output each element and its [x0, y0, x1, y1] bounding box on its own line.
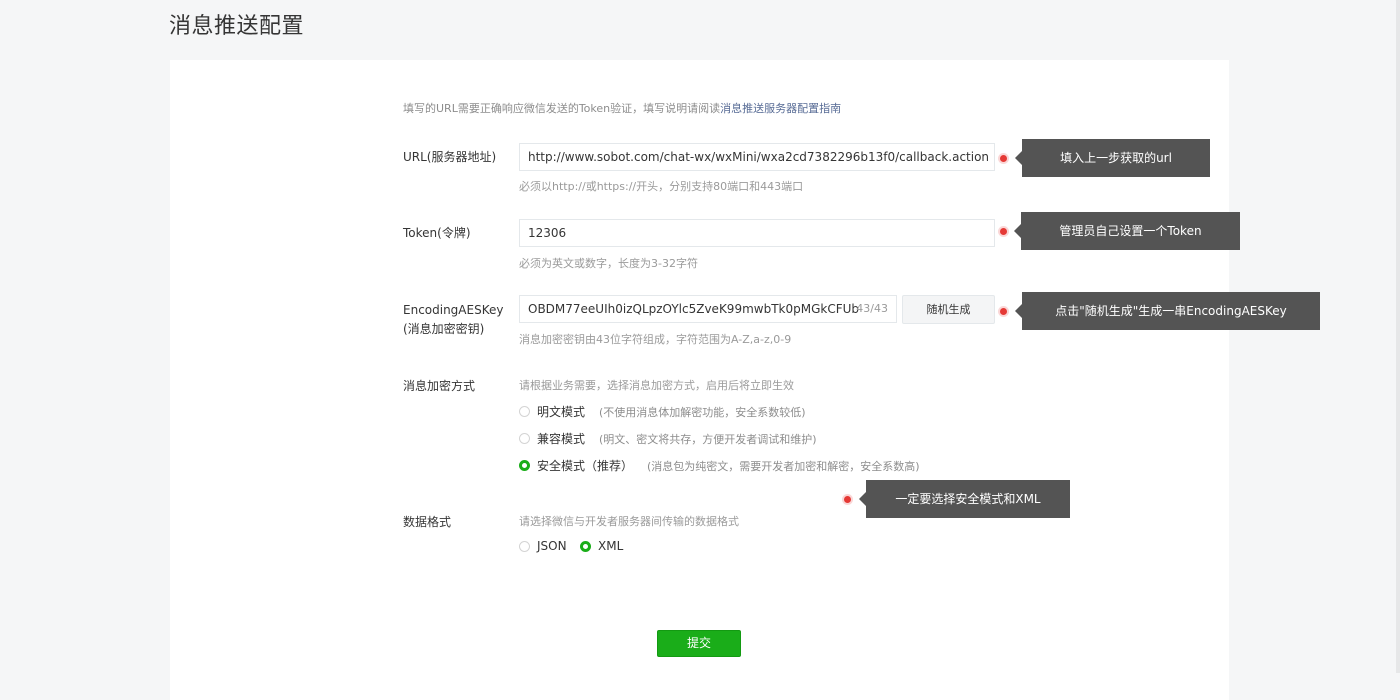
callout-token: 管理员自己设置一个Token [1014, 212, 1240, 250]
format-hint: 请选择微信与开发者服务器间传输的数据格式 [519, 515, 739, 528]
radio-circle[interactable] [519, 406, 530, 417]
submit-button[interactable]: 提交 [657, 630, 741, 657]
radio-desc: (消息包为纯密文，需要开发者加密和解密，安全系数高) [647, 459, 920, 473]
annotation-dot [1000, 308, 1007, 315]
token-hint: 必须为英文或数字，长度为3-32字符 [519, 257, 698, 270]
url-hint: 必须以http://或https://开头，分别支持80端口和443端口 [519, 180, 804, 193]
radio-circle[interactable] [519, 433, 530, 444]
url-label: URL(服务器地址) [403, 150, 497, 164]
radio-xml[interactable]: XML [580, 539, 623, 553]
radio-desc: (不使用消息体加解密功能，安全系数较低) [599, 405, 806, 419]
aeskey-label: EncodingAESKey [403, 303, 504, 317]
page-title: 消息推送配置 [169, 14, 305, 39]
radio-circle-checked[interactable] [580, 540, 591, 552]
radio-label: 明文模式 [537, 405, 586, 419]
radio-label: XML [598, 539, 624, 553]
radio-desc: (明文、密文将共存，方便开发者调试和维护) [599, 432, 817, 446]
radio-circle-checked[interactable] [519, 460, 530, 471]
aeskey-counter: 43/43 [856, 302, 888, 315]
annotation-dot [1000, 228, 1007, 235]
scrollbar[interactable] [1396, 0, 1400, 673]
radio-label: JSON [537, 539, 567, 553]
aeskey-input[interactable]: OBDM77eeUIh0izQLpzOYlc5ZveK99mwbTk0pMGkC… [519, 295, 897, 323]
random-generate-button[interactable]: 随机生成 [902, 295, 995, 324]
radio-label: 兼容模式 [537, 432, 586, 446]
intro-tip: 填写的URL需要正确响应微信发送的Token验证，填写说明请阅读消息推送服务器配… [403, 100, 841, 116]
radio-secure-mode[interactable]: 安全模式（推荐） (消息包为纯密文，需要开发者加密和解密，安全系数高) [519, 457, 920, 474]
annotation-dot [844, 496, 851, 503]
callout-aeskey: 点击"随机生成"生成一串EncodingAESKey [1015, 292, 1320, 330]
radio-plaintext-mode[interactable]: 明文模式 (不使用消息体加解密功能，安全系数较低) [519, 403, 806, 420]
radio-circle[interactable] [519, 540, 530, 552]
token-input[interactable]: 12306 [519, 219, 995, 247]
callout-mode: 一定要选择安全模式和XML [859, 480, 1070, 518]
annotation-dot [1000, 155, 1007, 162]
radio-compatible-mode[interactable]: 兼容模式 (明文、密文将共存，方便开发者调试和维护) [519, 430, 817, 447]
aeskey-label-sub: (消息加密密钥) [403, 322, 485, 336]
radio-json[interactable]: JSON [519, 539, 567, 553]
callout-url: 填入上一步获取的url [1015, 139, 1210, 177]
aeskey-value: OBDM77eeUIh0izQLpzOYlc5ZveK99mwbTk0pMGkC… [528, 302, 860, 316]
encryption-hint: 请根据业务需要，选择消息加密方式，启用后将立即生效 [519, 379, 794, 392]
url-input[interactable]: http://www.sobot.com/chat-wx/wxMini/wxa2… [519, 143, 995, 171]
radio-label: 安全模式（推荐） [537, 459, 634, 473]
token-label: Token(令牌) [403, 226, 471, 240]
encryption-label: 消息加密方式 [403, 379, 476, 393]
format-label: 数据格式 [403, 515, 452, 529]
config-guide-link[interactable]: 消息推送服务器配置指南 [720, 102, 841, 115]
aeskey-hint: 消息加密密钥由43位字符组成，字符范围为A-Z,a-z,0-9 [519, 333, 792, 346]
intro-tip-text: 填写的URL需要正确响应微信发送的Token验证，填写说明请阅读 [403, 102, 721, 115]
